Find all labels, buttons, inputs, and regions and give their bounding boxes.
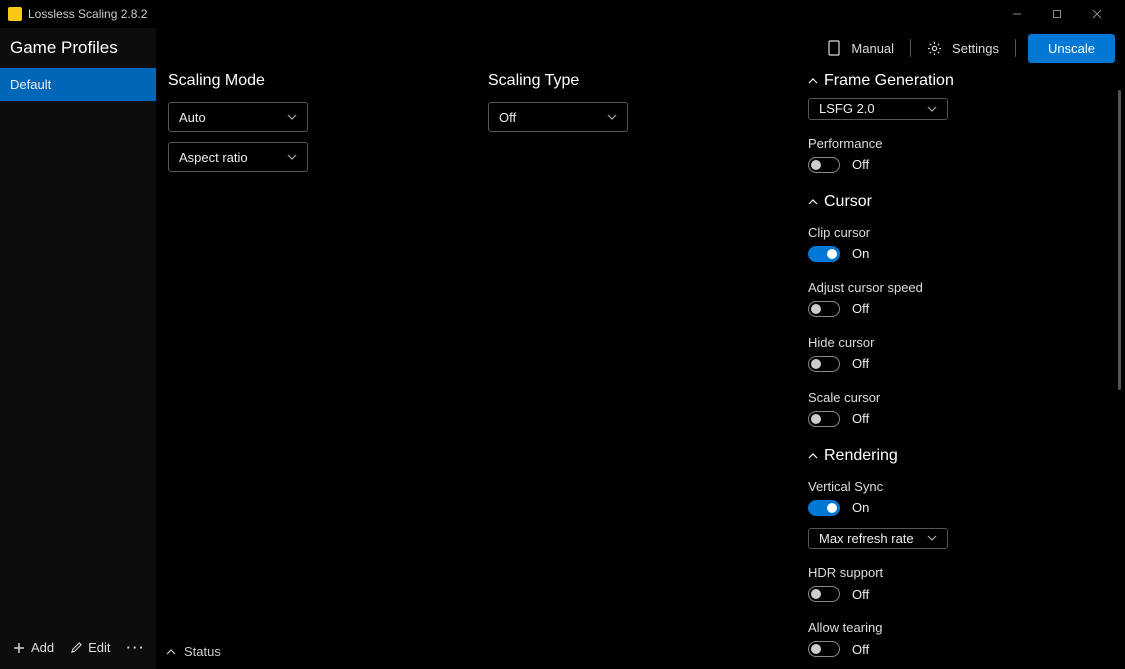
clip-cursor-label: Clip cursor <box>808 225 1103 240</box>
scaling-type-select[interactable]: Off <box>488 102 628 132</box>
vertical-sync-state: On <box>852 500 869 515</box>
plus-icon <box>12 641 26 655</box>
cursor-title: Cursor <box>824 193 872 211</box>
frame-generation-header[interactable]: Frame Generation <box>808 72 1103 90</box>
hide-cursor-toggle[interactable] <box>808 356 840 372</box>
unscale-button[interactable]: Unscale <box>1028 34 1115 63</box>
scale-cursor-label: Scale cursor <box>808 390 1103 405</box>
scale-cursor-toggle[interactable] <box>808 411 840 427</box>
more-button[interactable]: ··· <box>121 636 152 659</box>
scaling-mode-select[interactable]: Auto <box>168 102 308 132</box>
frame-generation-select[interactable]: LSFG 2.0 <box>808 98 948 120</box>
frame-generation-title: Frame Generation <box>824 72 954 90</box>
allow-tearing-label: Allow tearing <box>808 620 1103 635</box>
chevron-down-icon <box>287 114 297 120</box>
vertical-sync-label: Vertical Sync <box>808 479 1103 494</box>
gear-icon <box>927 41 942 56</box>
manual-label: Manual <box>851 41 894 56</box>
scaling-type-panel: Scaling Type Off <box>488 72 808 669</box>
window-minimize-button[interactable] <box>997 0 1037 28</box>
chevron-up-icon <box>808 199 818 205</box>
chevron-down-icon <box>927 106 937 112</box>
rendering-header[interactable]: Rendering <box>808 447 1103 465</box>
status-label: Status <box>184 644 221 659</box>
hdr-support-toggle[interactable] <box>808 586 840 602</box>
clip-cursor-state: On <box>852 246 869 261</box>
add-profile-button[interactable]: Add <box>6 636 60 659</box>
app-icon <box>8 7 22 21</box>
edit-label: Edit <box>88 640 110 655</box>
scaling-mode-title: Scaling Mode <box>168 72 488 90</box>
allow-tearing-toggle[interactable] <box>808 641 840 657</box>
settings-button[interactable]: Settings <box>911 41 1015 56</box>
scrollbar[interactable] <box>1118 90 1121 390</box>
chevron-down-icon <box>927 535 937 541</box>
aspect-ratio-select[interactable]: Aspect ratio <box>168 142 308 172</box>
unscale-label: Unscale <box>1048 41 1095 56</box>
performance-state: Off <box>852 157 869 172</box>
performance-toggle[interactable] <box>808 157 840 173</box>
scaling-type-title: Scaling Type <box>488 72 808 90</box>
aspect-ratio-value: Aspect ratio <box>179 150 248 165</box>
chevron-up-icon <box>808 453 818 459</box>
hdr-support-label: HDR support <box>808 565 1103 580</box>
refresh-rate-value: Max refresh rate <box>819 531 914 546</box>
adjust-cursor-speed-state: Off <box>852 301 869 316</box>
allow-tearing-state: Off <box>852 642 869 657</box>
chevron-down-icon <box>287 154 297 160</box>
hide-cursor-state: Off <box>852 356 869 371</box>
adjust-cursor-speed-toggle[interactable] <box>808 301 840 317</box>
title-bar: Lossless Scaling 2.8.2 <box>0 0 1125 28</box>
topbar: Manual Settings Unscale <box>156 28 1125 68</box>
chevron-up-icon <box>808 78 818 84</box>
scaling-type-value: Off <box>499 110 516 125</box>
hide-cursor-label: Hide cursor <box>808 335 1103 350</box>
manual-button[interactable]: Manual <box>811 40 910 56</box>
pencil-icon <box>70 641 83 654</box>
vertical-sync-toggle[interactable] <box>808 500 840 516</box>
hdr-support-state: Off <box>852 587 869 602</box>
window-close-button[interactable] <box>1077 0 1117 28</box>
app-title: Lossless Scaling 2.8.2 <box>28 7 997 21</box>
chevron-down-icon <box>607 114 617 120</box>
scaling-mode-value: Auto <box>179 110 206 125</box>
main-area: Manual Settings Unscale Scaling Mode Aut… <box>156 28 1125 669</box>
edit-profile-button[interactable]: Edit <box>64 636 116 659</box>
cursor-header[interactable]: Cursor <box>808 193 1103 211</box>
window-maximize-button[interactable] <box>1037 0 1077 28</box>
scale-cursor-state: Off <box>852 411 869 426</box>
settings-label: Settings <box>952 41 999 56</box>
scaling-mode-panel: Scaling Mode Auto Aspect ratio <box>168 72 488 669</box>
right-panel: Frame Generation LSFG 2.0 Performance Of… <box>808 72 1113 669</box>
add-label: Add <box>31 640 54 655</box>
adjust-cursor-speed-label: Adjust cursor speed <box>808 280 1103 295</box>
frame-generation-value: LSFG 2.0 <box>819 101 875 116</box>
status-bar[interactable]: Status <box>166 644 221 659</box>
clip-cursor-toggle[interactable] <box>808 246 840 262</box>
separator <box>1015 39 1016 57</box>
chevron-up-icon <box>166 649 176 655</box>
rendering-title: Rendering <box>824 447 898 465</box>
sidebar-header: Game Profiles <box>0 28 156 68</box>
sidebar-item-label: Default <box>10 77 51 92</box>
performance-label: Performance <box>808 136 1103 151</box>
refresh-rate-select[interactable]: Max refresh rate <box>808 528 948 550</box>
document-icon <box>827 40 841 56</box>
sidebar-item-default[interactable]: Default <box>0 68 156 101</box>
sidebar: Game Profiles Default Add Edit ··· <box>0 28 156 669</box>
sidebar-footer: Add Edit ··· <box>0 628 156 669</box>
